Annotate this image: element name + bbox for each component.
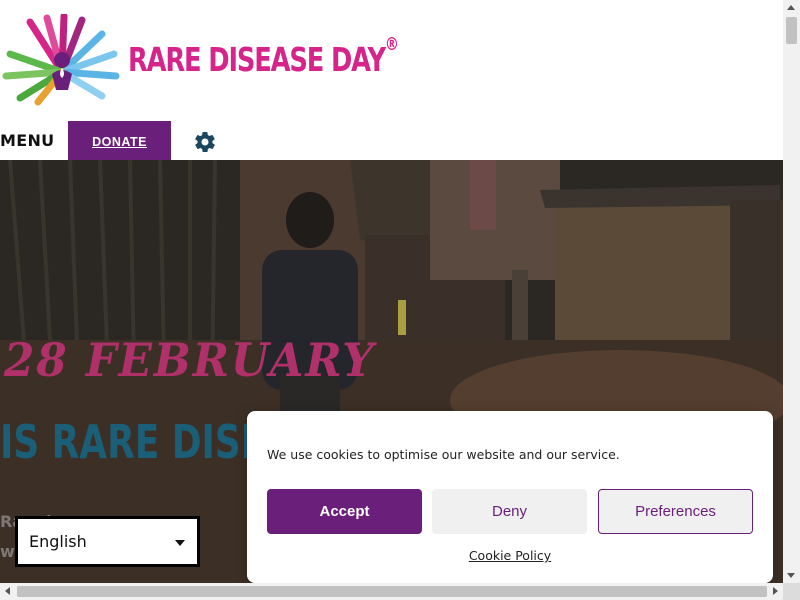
language-selected-value: English: [29, 532, 87, 551]
cookie-policy-link[interactable]: Cookie Policy: [247, 548, 773, 563]
scroll-up-arrow-icon[interactable]: [787, 5, 795, 10]
accept-cookies-button[interactable]: Accept: [267, 489, 422, 534]
vertical-scrollbar[interactable]: [783, 0, 800, 583]
vertical-scroll-thumb[interactable]: [786, 17, 797, 44]
language-select[interactable]: English: [15, 516, 200, 567]
page: RARE DISEASE DAY® MENU DONATE 28 FEBRUAR…: [0, 0, 783, 583]
registered-mark: ®: [384, 34, 399, 55]
site-title[interactable]: RARE DISEASE DAY®: [128, 36, 399, 82]
horizontal-scroll-thumb[interactable]: [17, 586, 767, 597]
hands-logo-icon[interactable]: [2, 14, 122, 106]
gear-icon[interactable]: [193, 130, 217, 154]
site-title-text: RARE DISEASE DAY: [128, 40, 386, 79]
menu-button[interactable]: MENU: [0, 131, 54, 150]
cookie-message: We use cookies to optimise our website a…: [267, 447, 620, 462]
hero-date: 28 FEBRUARY: [4, 333, 376, 387]
scroll-down-arrow-icon[interactable]: [787, 573, 795, 578]
horizontal-scrollbar[interactable]: [0, 583, 783, 600]
scroll-left-arrow-icon[interactable]: [5, 587, 10, 595]
chevron-down-icon: [175, 540, 185, 546]
cookie-consent-banner: We use cookies to optimise our website a…: [247, 411, 773, 583]
donate-label: DONATE: [92, 135, 147, 149]
cookie-preferences-button[interactable]: Preferences: [598, 489, 753, 534]
site-header: RARE DISEASE DAY® MENU DONATE: [0, 0, 783, 163]
scroll-right-arrow-icon[interactable]: [773, 587, 778, 595]
scrollbar-corner: [783, 583, 800, 600]
donate-button[interactable]: DONATE: [68, 121, 171, 163]
deny-cookies-button[interactable]: Deny: [432, 489, 587, 534]
